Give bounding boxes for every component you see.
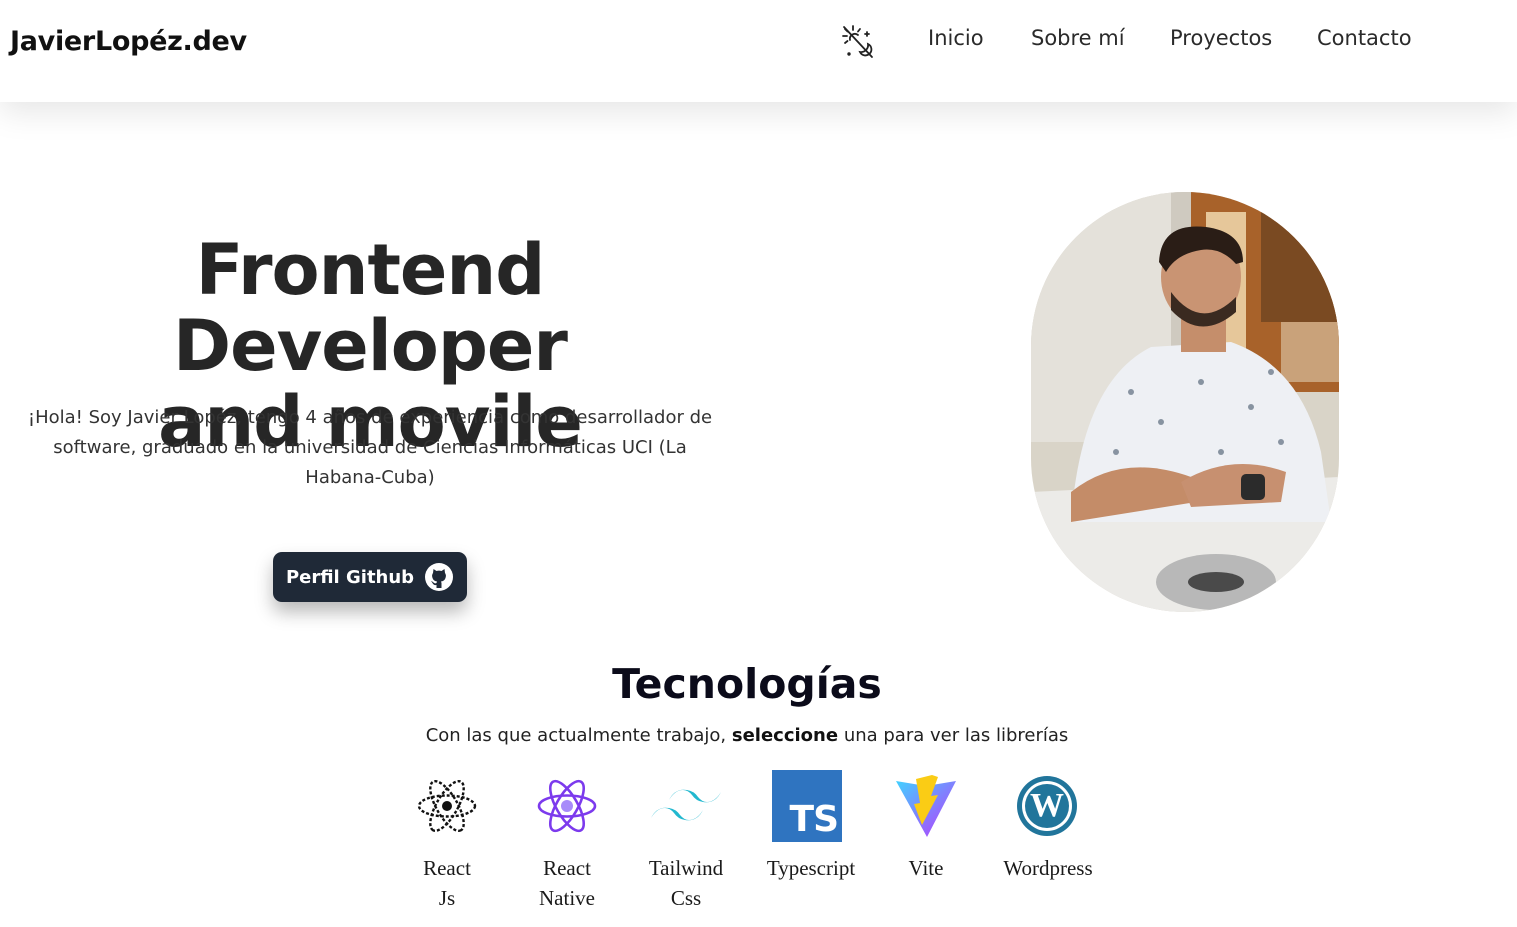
typescript-icon: TS xyxy=(772,770,842,842)
tech-section-title: Tecnologías xyxy=(612,660,882,708)
tailwind-icon xyxy=(651,770,721,842)
tech-label-line2: Native xyxy=(539,886,595,910)
tech-section-subtitle: Con las que actualmente trabajo, selecci… xyxy=(0,725,1494,746)
tech-label: Vite xyxy=(891,853,961,883)
tech-label-line1: Vite xyxy=(908,856,944,880)
vite-icon xyxy=(891,770,961,842)
tech-label-line1: Tailwind xyxy=(648,856,724,880)
nav-sobre-mi[interactable]: Sobre mí xyxy=(1031,26,1125,50)
hero-title-line1: Frontend Developer xyxy=(173,229,568,387)
tech-label: React Js xyxy=(412,853,482,913)
nav-contacto[interactable]: Contacto xyxy=(1317,26,1412,50)
main-nav: Inicio Sobre mí Proyectos Contacto xyxy=(0,26,1517,56)
tech-label-line1: Wordpress xyxy=(1003,856,1093,880)
tech-label: React Native xyxy=(526,853,608,913)
react-native-icon xyxy=(532,770,602,842)
tech-label-line2: Js xyxy=(438,886,456,910)
tech-label-line1: Typescript xyxy=(766,856,856,880)
top-navbar: JavierLopéz.dev Inicio Sobre mí Proyecto… xyxy=(0,0,1517,102)
tech-label-line1: React xyxy=(423,856,471,880)
tech-label-line1: React xyxy=(543,856,591,880)
hero-description: ¡Hola! Soy Javier Lopéz, tengo 4 años de… xyxy=(27,407,713,488)
react-icon xyxy=(412,770,482,842)
subtitle-part-2: una para ver las librerías xyxy=(843,725,1069,746)
subtitle-part-1: Con las que actualmente trabajo, xyxy=(425,725,727,746)
nav-proyectos[interactable]: Proyectos xyxy=(1170,26,1272,50)
wordpress-icon: W xyxy=(1012,770,1082,842)
typescript-badge: TS xyxy=(789,799,839,840)
subtitle-emphasis: seleccione xyxy=(731,725,839,746)
tech-label: Typescript xyxy=(764,853,858,883)
tech-label-line2: Css xyxy=(670,886,702,910)
github-button-label: Perfil Github xyxy=(285,566,415,588)
tech-label: Tailwind Css xyxy=(643,853,729,913)
tech-label: Wordpress xyxy=(1000,853,1096,883)
profile-photo xyxy=(1031,192,1339,612)
github-icon xyxy=(425,563,454,591)
nav-inicio[interactable]: Inicio xyxy=(928,26,984,50)
wordpress-badge: W xyxy=(1030,787,1064,824)
github-profile-button[interactable]: Perfil Github xyxy=(273,552,467,602)
